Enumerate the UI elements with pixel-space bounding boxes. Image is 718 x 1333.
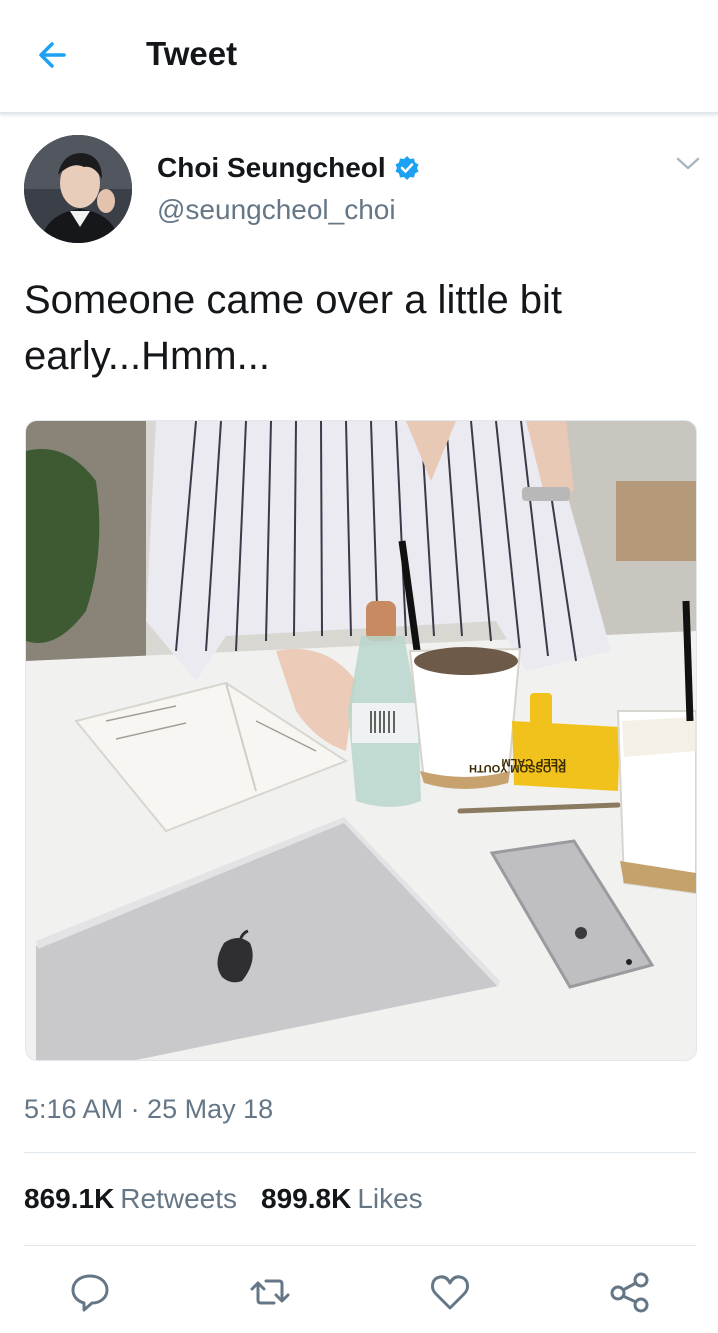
verified-badge-icon: [395, 156, 419, 180]
tweet-media-photo[interactable]: KEEP CALM BLOSSOM YOUTH: [25, 420, 697, 1061]
retweet-button[interactable]: [248, 1270, 292, 1314]
yellow-notebook: [512, 721, 620, 791]
author-handle[interactable]: @seungcheol_choi: [157, 194, 396, 226]
tweet-text-line: early...Hmm...: [24, 334, 270, 378]
like-button[interactable]: [428, 1270, 472, 1314]
avatar[interactable]: [24, 135, 132, 243]
likes-count: 899.8K: [261, 1183, 352, 1214]
avatar-image: [24, 135, 132, 243]
divider: [24, 1245, 696, 1246]
likes-label: Likes: [357, 1183, 423, 1214]
retweet-icon: [250, 1279, 290, 1305]
like-icon: [431, 1275, 469, 1310]
retweets-count: 869.1K: [24, 1183, 115, 1214]
top-app-bar: Tweet: [0, 0, 718, 114]
chevron-down-icon[interactable]: [675, 154, 701, 174]
likes-stat[interactable]: 899.8K Likes: [261, 1183, 423, 1215]
share-button[interactable]: [608, 1270, 652, 1314]
author-display-name[interactable]: Choi Seungcheol: [157, 152, 386, 184]
reply-button[interactable]: [68, 1270, 112, 1314]
author-name-row: Choi Seungcheol: [157, 152, 420, 184]
tweet-stats: 869.1K Retweets 899.8K Likes: [24, 1183, 447, 1215]
tweet-timestamp[interactable]: 5:16 AM · 25 May 18: [24, 1094, 273, 1125]
tweet-text-line: Someone came over a little bit: [24, 278, 563, 322]
divider: [24, 1152, 696, 1153]
back-button[interactable]: [30, 33, 78, 77]
svg-text:BLOSSOM YOUTH: BLOSSOM YOUTH: [469, 762, 566, 774]
reply-icon: [71, 1274, 109, 1312]
retweets-label: Retweets: [120, 1183, 238, 1214]
photo-illustration: KEEP CALM BLOSSOM YOUTH: [26, 421, 696, 1060]
tweet-text: Someone came over a little bit early...H…: [24, 272, 684, 384]
back-arrow-icon: [39, 42, 66, 68]
page-title: Tweet: [146, 35, 238, 72]
share-icon: [610, 1272, 649, 1313]
retweets-stat[interactable]: 869.1K Retweets: [24, 1183, 237, 1215]
